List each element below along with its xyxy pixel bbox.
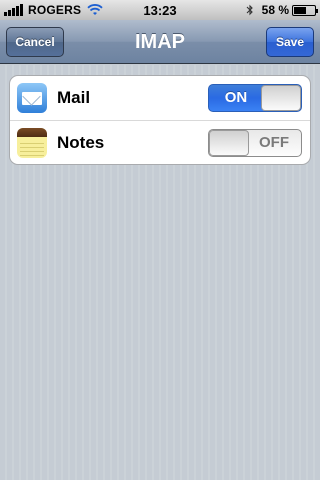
save-button[interactable]: Save — [266, 27, 314, 57]
setting-label-mail: Mail — [57, 88, 91, 107]
notes-toggle-switch[interactable]: OFF — [208, 129, 302, 157]
mail-icon — [17, 83, 47, 113]
battery-icon — [292, 4, 318, 16]
setting-row-notes: Notes OFF — [10, 120, 310, 164]
setting-label-notes: Notes — [57, 133, 105, 152]
settings-group: Mail ON Notes OFF — [9, 75, 311, 165]
mail-toggle-switch[interactable]: ON — [208, 84, 302, 112]
navigation-bar: IMAP Cancel Save — [0, 20, 320, 64]
notes-icon — [17, 128, 47, 158]
settings-content: Mail ON Notes OFF — [0, 65, 320, 480]
cancel-button[interactable]: Cancel — [6, 27, 64, 57]
battery-percent: 58 % — [261, 3, 289, 17]
notes-toggle-text: OFF — [259, 134, 289, 151]
setting-row-mail: Mail ON — [10, 76, 310, 120]
status-bar: ROGERS 13:23 58 % — [0, 0, 320, 20]
notes-toggle-knob — [209, 130, 249, 156]
bluetooth-icon — [246, 4, 253, 16]
status-right: 58 % — [246, 0, 318, 20]
mail-toggle-knob — [261, 85, 301, 111]
battery-fill — [294, 6, 306, 14]
mail-toggle-text: ON — [224, 89, 248, 106]
